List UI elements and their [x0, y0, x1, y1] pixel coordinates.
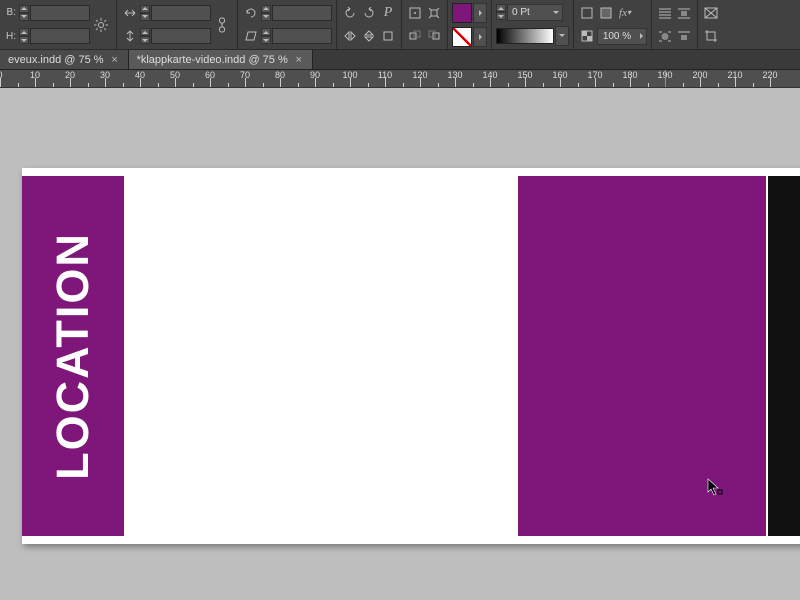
- wrap-shape-icon[interactable]: [656, 27, 674, 45]
- fill-stroke-group: [448, 0, 492, 49]
- stroke-dropdown[interactable]: [473, 27, 487, 47]
- control-bar: B: H:: [0, 0, 800, 50]
- stroke-style-group: 0 Pt: [492, 0, 574, 49]
- frame-fit-icon[interactable]: [702, 4, 720, 22]
- scale-y-stepper[interactable]: [140, 28, 150, 44]
- opacity-icon: [578, 27, 596, 45]
- fx-icon[interactable]: fx▾: [616, 4, 634, 22]
- shear-icon: [242, 27, 260, 45]
- fill-dropdown[interactable]: [473, 3, 487, 23]
- spine-panel[interactable]: LOCATION: [22, 176, 124, 536]
- ruler-number: 110: [378, 70, 392, 80]
- frame-group: [698, 0, 724, 49]
- width-field[interactable]: [30, 5, 90, 21]
- select-container-icon[interactable]: [406, 4, 424, 22]
- close-icon[interactable]: ×: [294, 54, 304, 66]
- tab-label: *klappkarte-video.indd @ 75 %: [137, 54, 288, 66]
- shear-stepper[interactable]: [261, 28, 271, 44]
- scale-group: [117, 0, 238, 49]
- scale-y-icon: [121, 27, 139, 45]
- horizontal-ruler[interactable]: 0 10 20 30 40 50 60 70 80 90 100 110 120 130 140 150 160…: [0, 70, 800, 88]
- document-tab[interactable]: *klappkarte-video.indd @ 75 % ×: [129, 50, 313, 69]
- clear-transform-icon[interactable]: [379, 27, 397, 45]
- ruler-number: 40: [135, 70, 145, 80]
- scale-y-field[interactable]: [151, 28, 211, 44]
- ruler-number: 180: [622, 70, 637, 80]
- dimensions-group: B: H:: [0, 0, 117, 49]
- ruler-number: 120: [412, 70, 427, 80]
- ruler-number: 60: [205, 70, 215, 80]
- document-tab[interactable]: eveux.indd @ 75 % ×: [0, 50, 129, 69]
- ruler-number: 50: [170, 70, 180, 80]
- scale-x-stepper[interactable]: [140, 5, 150, 21]
- close-icon[interactable]: ×: [110, 54, 120, 66]
- align-group: [402, 0, 448, 49]
- rotate-field[interactable]: [272, 5, 332, 21]
- char-icon[interactable]: P: [379, 4, 397, 22]
- select-prev-icon[interactable]: [406, 27, 424, 45]
- stroke-weight-stepper[interactable]: [496, 4, 506, 20]
- rotate-stepper[interactable]: [261, 5, 271, 21]
- ruler-guide[interactable]: [665, 70, 666, 87]
- photo-panel[interactable]: [768, 176, 800, 536]
- select-next-icon[interactable]: [425, 27, 443, 45]
- select-content-icon[interactable]: [425, 4, 443, 22]
- stroke-type-dropdown[interactable]: [555, 26, 569, 46]
- ruler-number: 80: [275, 70, 285, 80]
- tab-label: eveux.indd @ 75 %: [8, 54, 104, 66]
- shear-field[interactable]: [272, 28, 332, 44]
- height-stepper[interactable]: [19, 28, 29, 44]
- rotate-shear-group: [238, 0, 337, 49]
- opacity-value: 100 %: [598, 31, 636, 42]
- stroke-weight-field[interactable]: 0 Pt: [507, 4, 563, 21]
- document-tab-bar: eveux.indd @ 75 % × *klappkarte-video.in…: [0, 50, 800, 70]
- wrap-group: [652, 0, 698, 49]
- ruler-number: 170: [587, 70, 602, 80]
- rotate-cw-icon[interactable]: [360, 4, 378, 22]
- height-label: H:: [4, 31, 18, 42]
- wrap-none-icon[interactable]: [656, 4, 674, 22]
- ruler-number: 160: [552, 70, 567, 80]
- ruler-number: 10: [30, 70, 40, 80]
- stroke-swatch[interactable]: [452, 27, 472, 47]
- sun-icon[interactable]: [90, 14, 112, 36]
- ruler-number: 140: [482, 70, 497, 80]
- transform-tools-group: P: [337, 0, 402, 49]
- rotate-icon: [242, 4, 260, 22]
- fill-swatch[interactable]: [452, 3, 472, 23]
- ruler-number: 200: [692, 70, 707, 80]
- crop-icon[interactable]: [702, 27, 720, 45]
- ruler-number: 130: [447, 70, 462, 80]
- height-field[interactable]: [30, 28, 90, 44]
- corner-1-icon[interactable]: [578, 4, 596, 22]
- stroke-type-field[interactable]: [496, 28, 554, 44]
- ruler-number: 150: [517, 70, 532, 80]
- width-stepper[interactable]: [19, 5, 29, 21]
- ruler-number: 100: [342, 70, 357, 80]
- stroke-weight-value: 0 Pt: [508, 7, 550, 18]
- scale-x-icon: [121, 4, 139, 22]
- wrap-bbox-icon[interactable]: [675, 4, 693, 22]
- effects-group: fx▾ 100 %: [574, 0, 652, 49]
- ruler-number: 70: [240, 70, 250, 80]
- flip-h-icon[interactable]: [341, 27, 359, 45]
- scale-x-field[interactable]: [151, 5, 211, 21]
- flip-v-icon[interactable]: [360, 27, 378, 45]
- right-panel[interactable]: [518, 176, 766, 536]
- spine-text: LOCATION: [47, 232, 99, 480]
- wrap-jump-icon[interactable]: [675, 27, 693, 45]
- rotate-ccw-icon[interactable]: [341, 4, 359, 22]
- ruler-number: 90: [310, 70, 320, 80]
- ruler-number: 20: [65, 70, 75, 80]
- document-page[interactable]: LOCATION: [22, 168, 800, 544]
- ruler-number: 210: [727, 70, 742, 80]
- canvas-area[interactable]: LOCATION: [0, 88, 800, 600]
- ruler-number: 30: [100, 70, 110, 80]
- opacity-field[interactable]: 100 %: [597, 28, 647, 45]
- corner-2-icon[interactable]: [597, 4, 615, 22]
- width-label: B:: [4, 7, 18, 18]
- ruler-number: 0: [0, 70, 3, 80]
- link-icon[interactable]: [211, 14, 233, 36]
- ruler-number: 220: [762, 70, 777, 80]
